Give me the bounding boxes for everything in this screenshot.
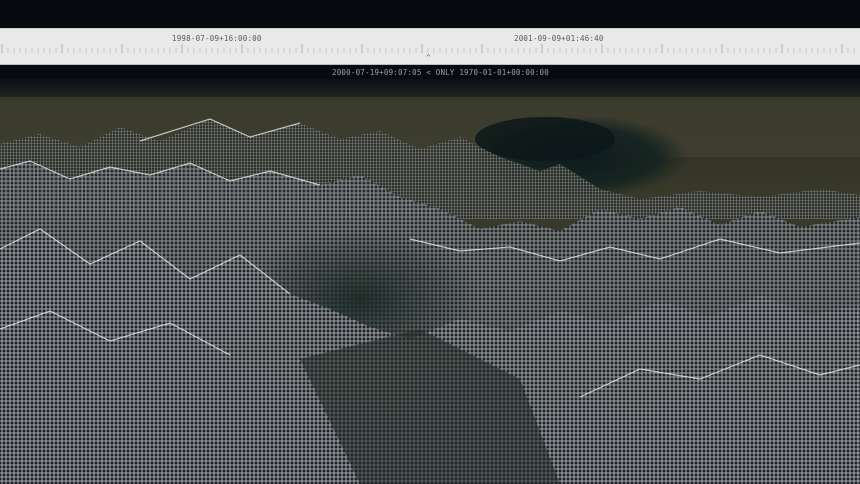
status-row: 2000-07-19+09:07:05 < ONLY 1970-01-01+00… — [0, 65, 860, 79]
status-text: 2000-07-19+09:07:05 < ONLY 1970-01-01+00… — [332, 68, 549, 77]
terrain-viewport[interactable] — [0, 79, 860, 484]
only-toggle[interactable]: ONLY — [436, 68, 455, 77]
terrain-lake-core — [475, 117, 615, 161]
timeline-start-label: 1998-07-09+16:00:00 — [172, 34, 262, 43]
timeline-cursor-caret-icon[interactable]: ^ — [426, 54, 431, 62]
epoch-time-readout: 1970-01-01+00:00:00 — [459, 68, 549, 77]
previous-button[interactable]: < — [426, 68, 431, 77]
current-time-readout: 2000-07-19+09:07:05 — [332, 68, 422, 77]
timeline-end-label: 2001-09-09+01:46:40 — [514, 34, 604, 43]
top-bar — [0, 0, 860, 28]
timeline-slider[interactable]: 1998-07-09+16:00:00 2001-09-09+01:46:40 … — [0, 28, 860, 65]
app-window: 1998-07-09+16:00:00 2001-09-09+01:46:40 … — [0, 0, 860, 484]
timeline-ticks — [1, 44, 855, 53]
